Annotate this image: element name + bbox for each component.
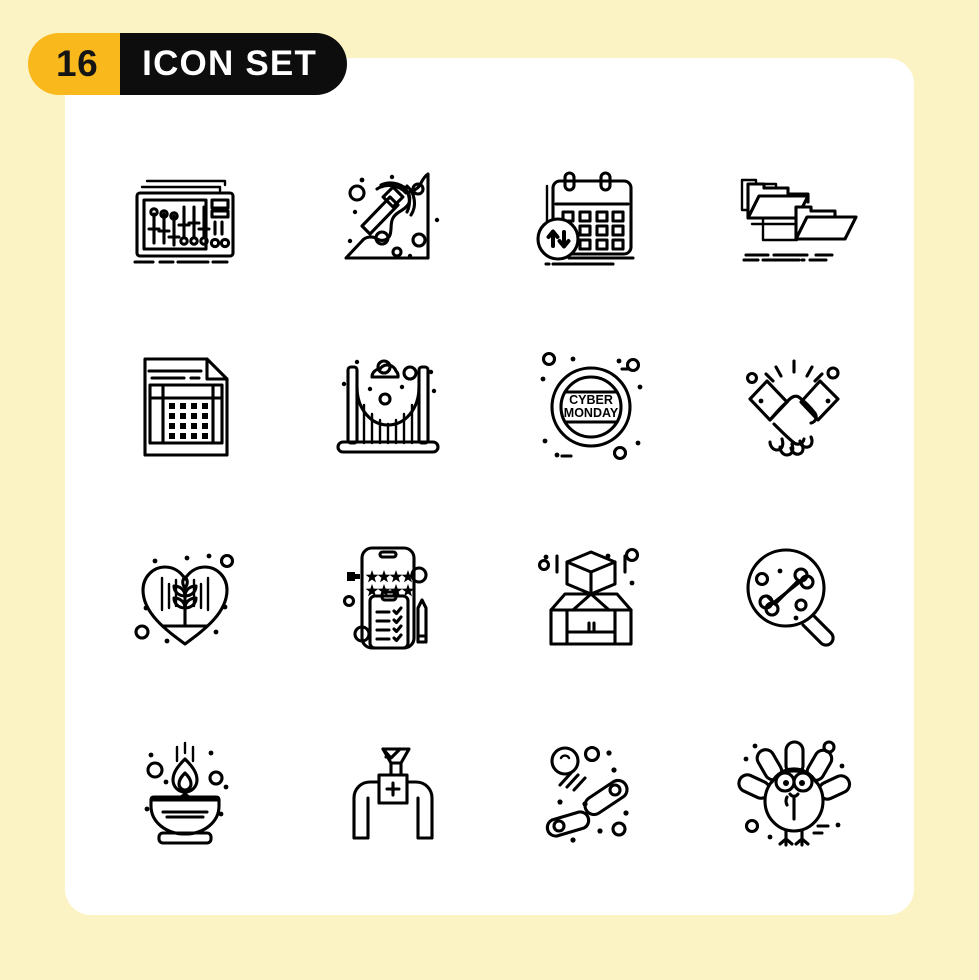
pickaxe-mining-icon	[344, 172, 440, 260]
icon-cell-stethoscope[interactable]	[286, 694, 489, 885]
icon-cell-turkey[interactable]	[693, 694, 896, 885]
icon-grid: CYBER MONDAY	[65, 58, 914, 915]
icon-cell-bone-search[interactable]	[693, 503, 896, 694]
cyber-monday-line1: CYBER	[569, 393, 613, 407]
pinball-icon	[545, 746, 629, 843]
calendar-sync-icon	[536, 171, 635, 266]
icon-cell-pinball[interactable]	[490, 694, 693, 885]
handshake-icon	[746, 359, 840, 457]
icon-set-title: ICON SET	[120, 33, 348, 95]
spreadsheet-file-icon	[143, 357, 229, 457]
icon-cell-handshake[interactable]	[693, 311, 896, 502]
icon-cell-suspension-bridge[interactable]	[286, 311, 489, 502]
icon-cell-open-box-package[interactable]	[490, 503, 693, 694]
icon-cell-spreadsheet-file[interactable]	[83, 311, 286, 502]
icon-cell-mobile-survey[interactable]	[286, 503, 489, 694]
mixing-console-icon	[133, 179, 235, 264]
stethoscope-icon	[352, 747, 434, 840]
suspension-bridge-icon	[336, 359, 440, 454]
icon-cell-calendar-sync[interactable]	[490, 120, 693, 311]
icon-cell-folder-structure[interactable]	[693, 120, 896, 311]
icon-cell-mixing-console[interactable]	[83, 120, 286, 311]
icon-count-label: 16	[28, 33, 121, 95]
icon-cell-cyber-monday-badge[interactable]: CYBER MONDAY	[490, 311, 693, 502]
cyber-monday-badge-icon: CYBER MONDAY	[540, 351, 643, 460]
icon-cell-diya-oil-lamp[interactable]	[83, 694, 286, 885]
diya-oil-lamp-icon	[144, 742, 229, 845]
folder-structure-icon	[741, 178, 858, 262]
header-badge: 16 ICON SET	[28, 33, 348, 95]
icon-cell-eco-heart-plant[interactable]	[83, 503, 286, 694]
turkey-icon	[737, 740, 852, 847]
cyber-monday-line2: MONDAY	[564, 406, 619, 420]
bone-search-icon	[746, 548, 835, 647]
icon-cell-pickaxe-mining[interactable]	[286, 120, 489, 311]
eco-heart-plant-icon	[134, 553, 234, 646]
open-box-package-icon	[538, 548, 640, 646]
mobile-survey-icon	[342, 546, 428, 650]
